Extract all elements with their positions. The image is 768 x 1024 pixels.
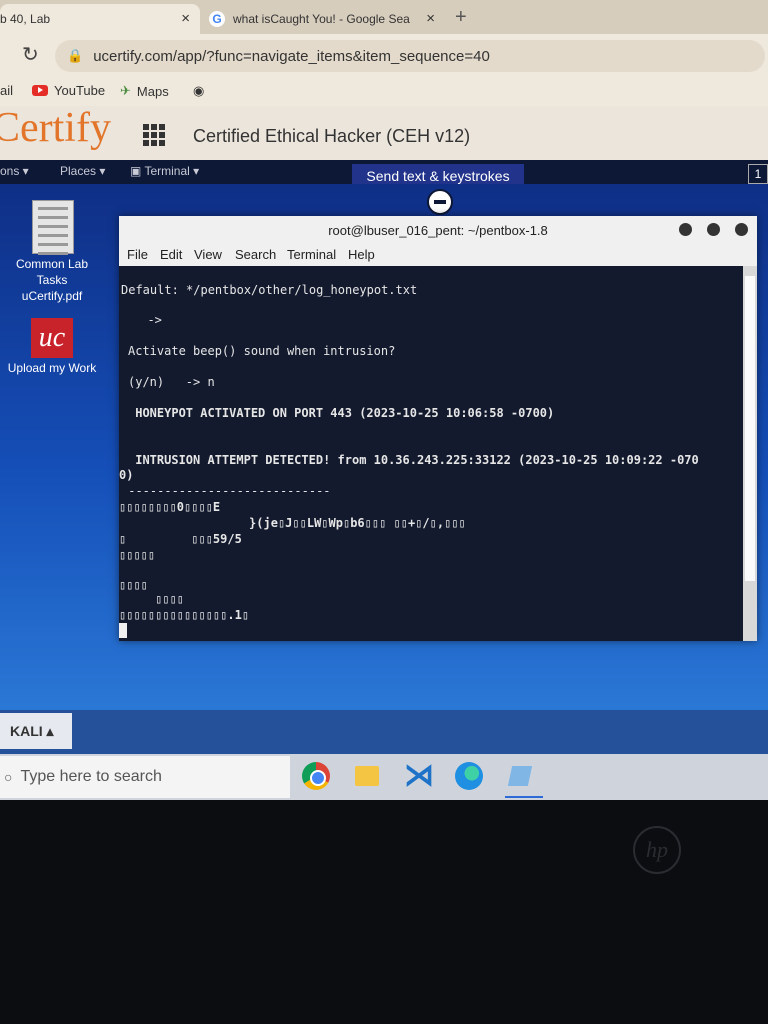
upload-work-icon[interactable]: uc — [31, 318, 73, 358]
hp-logo: hp — [633, 826, 681, 874]
menu-search[interactable]: Search — [235, 247, 276, 262]
terminal-line: }(je▯J▯▯LW▯Wp▯b6▯▯▯ ▯▯+▯/▯,▯▯▯ — [119, 516, 466, 530]
active-app-indicator — [505, 796, 543, 798]
scrollbar-thumb[interactable] — [745, 276, 755, 581]
text-cursor — [119, 623, 127, 638]
address-bar-row: ↻ 🔒 ucertify.com/app/?func=navigate_item… — [0, 34, 768, 78]
terminal-line: ▯▯▯▯ — [119, 578, 148, 592]
menu-view[interactable]: View — [194, 247, 222, 262]
terminal-line: ▯▯▯▯▯▯▯▯▯▯▯▯▯▯▯.1▯ — [119, 608, 250, 622]
edge-icon[interactable] — [455, 762, 483, 790]
lock-icon: 🔒 — [67, 48, 84, 63]
google-icon: G — [209, 11, 225, 27]
menu-file[interactable]: File — [127, 247, 148, 262]
tab-title: b 40, Lab — [0, 12, 51, 26]
terminal-line: HONEYPOT ACTIVATED ON PORT 443 (2023-10-… — [128, 406, 555, 420]
apps-grid-icon[interactable] — [143, 124, 165, 146]
terminal-titlebar[interactable]: root@lbuser_016_pent: ~/pentbox-1.8 — [119, 216, 757, 244]
terminal-menu-label: Terminal ▾ — [144, 164, 200, 178]
bookmark-maps[interactable]: ✈ Maps — [120, 83, 169, 99]
terminal-output[interactable]: Default: */pentbox/other/log_honeypot.tx… — [119, 266, 743, 641]
app-icon[interactable] — [507, 766, 533, 786]
bookmark-label: Maps — [136, 83, 169, 99]
close-icon[interactable] — [735, 223, 748, 236]
new-tab-button[interactable]: + — [455, 6, 467, 29]
terminal-line: -> — [133, 313, 162, 327]
close-icon[interactable]: × — [426, 10, 435, 27]
terminal-line: (y/n) -> n — [128, 375, 215, 389]
terminal-line: ▯▯▯▯▯▯▯▯0▯▯▯▯E — [119, 500, 221, 514]
bookmark-youtube[interactable]: YouTube — [32, 83, 105, 98]
globe-icon[interactable]: ◉ — [193, 83, 204, 99]
terminal-line: ▯▯▯▯ — [119, 592, 185, 606]
ucertify-logo[interactable]: Certify — [0, 104, 111, 152]
workspace-number[interactable]: 1 — [748, 164, 768, 184]
terminal-line: Activate beep() sound when intrusion? — [128, 344, 396, 358]
menu-help[interactable]: Help — [348, 247, 375, 262]
terminal-line: INTRUSION ATTEMPT DETECTED! from 10.36.2… — [128, 453, 699, 467]
reload-icon[interactable]: ↻ — [22, 42, 39, 67]
terminal-line: 0) — [119, 468, 134, 482]
terminal-icon: ▣ — [130, 164, 145, 178]
course-title: Certified Ethical Hacker (CEH v12) — [193, 126, 471, 146]
terminal-menu[interactable]: ▣ Terminal ▾ — [130, 164, 199, 178]
search-icon: ○ — [4, 769, 13, 785]
search-placeholder: Type here to search — [20, 768, 162, 785]
tab-title: what isCaught You! - Google Sea — [233, 12, 410, 26]
bookmark-label: ail — [0, 83, 14, 98]
pdf-file-icon[interactable] — [32, 200, 74, 255]
close-icon[interactable]: × — [181, 10, 190, 27]
monitor-screen: b 40, Lab × G what isCaught You! - Googl… — [0, 0, 768, 800]
ucertify-header: Certify Certified Ethical Hacker (CEH v1… — [0, 104, 768, 160]
menu-edit[interactable]: Edit — [160, 247, 182, 262]
youtube-icon — [32, 85, 48, 96]
desktop-icon-label[interactable]: Upload my Work — [7, 360, 97, 376]
bookmark-label: YouTube — [54, 83, 106, 98]
vscode-icon[interactable]: ⋊ — [404, 758, 434, 793]
minimize-icon[interactable] — [679, 223, 692, 236]
terminal-line: ▯ ▯▯▯59/5 — [119, 532, 242, 546]
tab-google-search[interactable]: G what isCaught You! - Google Sea × — [205, 4, 445, 34]
browser-tab-bar: b 40, Lab × G what isCaught You! - Googl… — [0, 0, 768, 34]
terminal-line: ---------------------------- — [121, 484, 331, 498]
applications-menu[interactable]: ons ▾ — [0, 164, 29, 178]
terminal-line: Default: */pentbox/other/log_honeypot.tx… — [121, 283, 418, 297]
address-bar[interactable]: 🔒 ucertify.com/app/?func=navigate_items&… — [55, 40, 765, 72]
maximize-icon[interactable] — [707, 223, 720, 236]
places-menu[interactable]: Places ▾ — [60, 164, 105, 178]
desktop-icon-label[interactable]: Common Lab Tasks uCertify.pdf — [7, 256, 97, 304]
file-explorer-icon[interactable] — [355, 766, 379, 786]
search-box[interactable]: ○ Type here to search — [0, 756, 290, 798]
kali-bottom-panel — [0, 710, 768, 754]
maps-icon: ✈ — [120, 83, 131, 98]
terminal-window: root@lbuser_016_pent: ~/pentbox-1.8 File… — [119, 216, 757, 641]
bookmark-mail[interactable]: ail — [0, 83, 13, 98]
terminal-menubar: File Edit View Search Terminal Help — [119, 244, 757, 266]
chrome-icon[interactable] — [302, 762, 330, 790]
bookmarks-bar: ail YouTube ✈ Maps ◉ — [0, 78, 768, 107]
terminal-title: root@lbuser_016_pent: ~/pentbox-1.8 — [328, 223, 548, 238]
tab-lab[interactable]: b 40, Lab × — [0, 4, 200, 34]
minimize-toolbar-icon[interactable] — [427, 189, 453, 215]
kali-menu-button[interactable]: KALI ▴ — [0, 713, 72, 749]
url-text: ucertify.com/app/?func=navigate_items&it… — [93, 47, 490, 65]
terminal-line: ▯▯▯▯▯ — [119, 548, 156, 562]
menu-terminal[interactable]: Terminal — [287, 247, 336, 262]
